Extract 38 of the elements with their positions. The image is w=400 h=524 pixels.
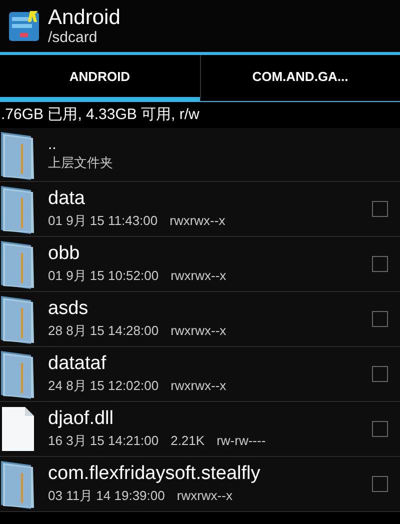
folder-title: Android [48,6,120,28]
permissions: rw-rw---- [216,433,266,448]
file-icon [1,406,35,452]
modified-date: 01 9月 15 10:52:00 [48,268,159,283]
checkbox[interactable] [372,201,388,217]
file-name: datataf [48,352,108,376]
modified-date: 16 3月 15 14:21:00 [48,433,159,448]
permissions: rwxrwx--x [170,268,226,283]
folder-icon [1,184,35,234]
app-icon [8,9,42,43]
file-name: com.flexfridaysoft.stealfly [48,462,262,486]
storage-info: .76GB 已用, 4.33GB 可用, r/w [0,105,200,125]
folder-icon [1,239,35,289]
checkbox[interactable] [372,476,388,492]
checkbox[interactable] [372,311,388,327]
checkbox[interactable] [372,256,388,272]
folder-path: /sdcard [48,28,98,46]
file-size: 2.21K [170,433,205,448]
file-name: obb [48,242,81,266]
modified-date: 03 11月 14 19:39:00 [48,488,165,503]
parent-folder-label: 上层文件夹 [48,154,113,170]
checkbox[interactable] [372,421,388,437]
permissions: rwxrwx--x [176,488,232,503]
modified-date: 24 8月 15 12:02:00 [48,378,159,393]
modified-date: 01 9月 15 11:43:00 [48,213,158,228]
file-name: djaof.dll [48,407,114,431]
folder-icon [1,459,35,509]
file-name: .. [48,136,58,152]
file-name: asds [48,297,90,321]
permissions: rwxrwx--x [170,378,226,393]
modified-date: 28 8月 15 14:28:00 [48,323,159,338]
permissions: rwxrwx--x [170,323,226,338]
folder-icon [1,349,35,399]
folder-icon [1,294,35,344]
checkbox[interactable] [372,366,388,382]
file-name: data [48,187,86,211]
permissions: rwxrwx--x [170,213,226,228]
folder-icon [1,130,35,180]
